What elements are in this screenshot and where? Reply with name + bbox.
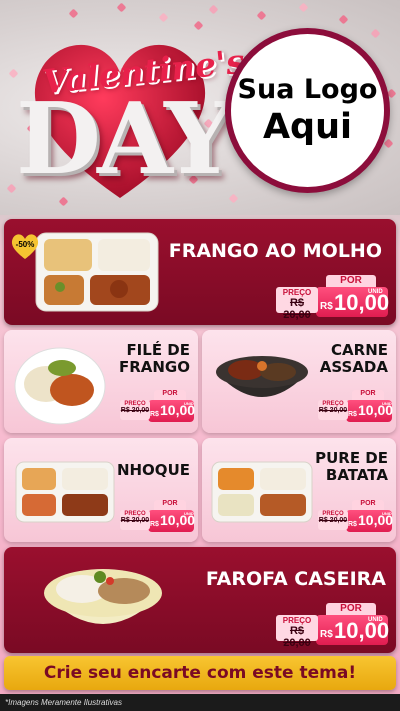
price-tag: POR PREÇO R$ 20,00 R$ 10,00 UNID xyxy=(276,601,389,650)
product-name: FAROFA CASEIRA xyxy=(205,568,386,590)
footer-disclaimer: *Imagens Meramente Ilustrativas xyxy=(0,694,400,711)
discount-badge: -50% xyxy=(10,232,40,260)
food-tray-image xyxy=(35,232,159,312)
logo-placeholder[interactable]: Sua Logo Aqui xyxy=(225,28,390,193)
product-name: PURE DE BATATA xyxy=(315,449,388,485)
logo-text-line1: Sua Logo xyxy=(237,74,378,106)
product-name: FRANGO AO MOLHO xyxy=(168,240,382,262)
logo-text-line2: Aqui xyxy=(262,106,353,147)
food-bowl-image xyxy=(44,569,162,624)
cta-banner[interactable]: Crie seu encarte com este tema! xyxy=(4,656,396,690)
price-tag: POR PREÇO R$ 20,00 R$ 10,00 UNID xyxy=(318,390,393,424)
food-tray-image xyxy=(211,461,313,523)
price-tag: POR PREÇO R$ 20,00 R$ 10,00 UNID xyxy=(318,500,393,534)
product-card-frango-ao-molho[interactable]: FRANGO AO MOLHO POR PREÇO R$ 20,00 R$ 10… xyxy=(4,219,396,325)
price-tag: POR PREÇO R$ 20,00 R$ 10,00 UNID xyxy=(276,273,389,322)
product-name: NHOQUE xyxy=(116,461,190,479)
product-name: FILÉ DE FRANGO xyxy=(118,341,190,377)
price-tag: POR PREÇO R$ 20,00 R$ 10,00 UNID xyxy=(120,500,195,534)
product-card-carne-assada[interactable]: CARNE ASSADA POR PREÇO R$ 20,00 R$ 10,00 … xyxy=(202,330,396,433)
product-card-file-de-frango[interactable]: FILÉ DE FRANGO POR PREÇO R$ 20,00 R$ 10,0… xyxy=(4,330,198,433)
food-tray-image xyxy=(15,461,115,523)
food-plate-image xyxy=(14,347,106,425)
header-banner: Valentine's DAY Sua Logo Aqui xyxy=(0,0,400,215)
food-bowl-image xyxy=(216,356,308,397)
product-card-farofa-caseira[interactable]: FAROFA CASEIRA POR PREÇO R$ 20,00 R$ 10,… xyxy=(4,547,396,653)
old-price: R$ 20,00 xyxy=(283,297,311,322)
title-day: DAY xyxy=(16,82,234,197)
product-name: CARNE ASSADA xyxy=(319,341,388,377)
product-card-nhoque[interactable]: NHOQUE POR PREÇO R$ 20,00 R$ 10,00 UNID xyxy=(4,438,198,542)
product-card-pure-de-batata[interactable]: PURE DE BATATA POR PREÇO R$ 20,00 R$ 10,0… xyxy=(202,438,396,542)
price-tag: POR PREÇO R$ 20,00 R$ 10,00 UNID xyxy=(120,390,195,424)
old-price-label: PREÇO xyxy=(282,288,312,297)
old-price: R$ 20,00 xyxy=(283,625,311,650)
